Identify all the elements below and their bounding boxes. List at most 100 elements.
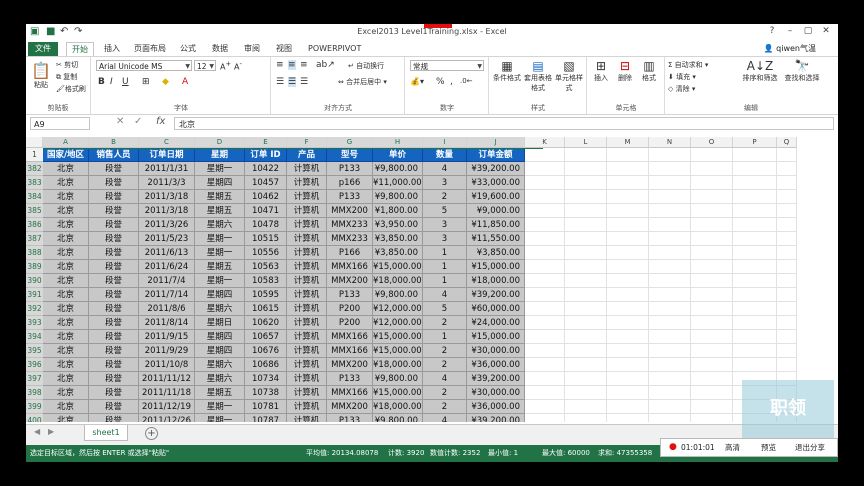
- empty-cell[interactable]: [565, 372, 607, 386]
- table-cell[interactable]: 北京: [43, 218, 89, 232]
- table-cell[interactable]: 10563: [245, 260, 287, 274]
- row-header[interactable]: 398: [26, 386, 43, 400]
- table-cell[interactable]: 10676: [245, 344, 287, 358]
- empty-cell[interactable]: [777, 148, 797, 162]
- empty-cell[interactable]: [525, 246, 565, 260]
- table-cell[interactable]: 段誉: [89, 372, 139, 386]
- table-cell[interactable]: 北京: [43, 330, 89, 344]
- shrink-font-button[interactable]: A-: [234, 60, 242, 72]
- row-header[interactable]: 389: [26, 260, 43, 274]
- italic-button[interactable]: I: [110, 77, 113, 87]
- empty-cell[interactable]: [649, 414, 691, 422]
- empty-cell[interactable]: [607, 246, 649, 260]
- table-cell[interactable]: 计算机: [287, 288, 327, 302]
- table-cell[interactable]: 10515: [245, 232, 287, 246]
- empty-cell[interactable]: [525, 218, 565, 232]
- empty-cell[interactable]: [649, 162, 691, 176]
- empty-cell[interactable]: [733, 358, 777, 372]
- empty-cell[interactable]: [525, 344, 565, 358]
- table-cell[interactable]: 2011/3/26: [139, 218, 195, 232]
- table-cell[interactable]: 4: [423, 162, 467, 176]
- border-icon[interactable]: ⊞: [142, 77, 150, 87]
- sheet-tab-sheet1[interactable]: sheet1: [84, 425, 128, 441]
- empty-cell[interactable]: [565, 330, 607, 344]
- table-cell[interactable]: ¥36,000.00: [467, 358, 525, 372]
- table-cell[interactable]: 星期六: [195, 218, 245, 232]
- table-cell[interactable]: 星期一: [195, 162, 245, 176]
- empty-cell[interactable]: [607, 386, 649, 400]
- tab-page-layout[interactable]: 页面布局: [134, 42, 166, 56]
- column-header-K[interactable]: K: [525, 137, 565, 148]
- table-cell[interactable]: 北京: [43, 400, 89, 414]
- column-header-F[interactable]: F: [287, 137, 327, 148]
- empty-cell[interactable]: [565, 400, 607, 414]
- empty-cell[interactable]: [607, 162, 649, 176]
- empty-cell[interactable]: [733, 148, 777, 162]
- header-cell[interactable]: 销售人员: [89, 148, 139, 162]
- empty-cell[interactable]: [691, 414, 733, 422]
- table-cell[interactable]: 北京: [43, 414, 89, 422]
- table-cell[interactable]: 2011/1/31: [139, 162, 195, 176]
- empty-cell[interactable]: [733, 260, 777, 274]
- empty-cell[interactable]: [607, 344, 649, 358]
- table-cell[interactable]: 星期六: [195, 358, 245, 372]
- table-cell[interactable]: 星期五: [195, 190, 245, 204]
- empty-cell[interactable]: [565, 246, 607, 260]
- empty-cell[interactable]: [691, 204, 733, 218]
- table-cell[interactable]: 星期一: [195, 400, 245, 414]
- empty-cell[interactable]: [649, 330, 691, 344]
- table-cell[interactable]: 10583: [245, 274, 287, 288]
- table-cell[interactable]: ¥12,000.00: [373, 302, 423, 316]
- exit-share-button[interactable]: 退出分享: [795, 439, 825, 456]
- table-cell[interactable]: 10422: [245, 162, 287, 176]
- align-center-icon[interactable]: ☰: [288, 77, 297, 87]
- table-cell[interactable]: 段誉: [89, 330, 139, 344]
- table-cell[interactable]: ¥9,800.00: [373, 190, 423, 204]
- table-cell[interactable]: ¥3,850.00: [467, 246, 525, 260]
- table-cell[interactable]: 计算机: [287, 190, 327, 204]
- table-cell[interactable]: 段誉: [89, 232, 139, 246]
- table-cell[interactable]: ¥1,800.00: [373, 204, 423, 218]
- table-cell[interactable]: ¥3,850.00: [373, 246, 423, 260]
- empty-cell[interactable]: [565, 204, 607, 218]
- empty-cell[interactable]: [525, 414, 565, 422]
- table-cell[interactable]: 2011/7/4: [139, 274, 195, 288]
- table-cell[interactable]: ¥30,000.00: [467, 344, 525, 358]
- table-cell[interactable]: ¥9,000.00: [467, 204, 525, 218]
- row-header[interactable]: 383: [26, 176, 43, 190]
- empty-cell[interactable]: [649, 316, 691, 330]
- cut-button[interactable]: ✂ 剪切: [56, 60, 78, 70]
- column-header-M[interactable]: M: [607, 137, 649, 148]
- table-cell[interactable]: ¥18,000.00: [467, 274, 525, 288]
- empty-cell[interactable]: [565, 232, 607, 246]
- empty-cell[interactable]: [691, 176, 733, 190]
- table-cell[interactable]: 星期五: [195, 260, 245, 274]
- empty-cell[interactable]: [525, 358, 565, 372]
- table-cell[interactable]: 星期五: [195, 386, 245, 400]
- table-cell[interactable]: 2011/8/6: [139, 302, 195, 316]
- underline-button[interactable]: U: [122, 77, 129, 87]
- header-cell[interactable]: 单价: [373, 148, 423, 162]
- table-cell[interactable]: 4: [423, 372, 467, 386]
- tab-review[interactable]: 审阅: [244, 42, 260, 56]
- empty-cell[interactable]: [565, 148, 607, 162]
- table-cell[interactable]: 10738: [245, 386, 287, 400]
- empty-cell[interactable]: [691, 274, 733, 288]
- table-cell[interactable]: ¥15,000.00: [373, 330, 423, 344]
- table-cell[interactable]: 10556: [245, 246, 287, 260]
- table-cell[interactable]: 段誉: [89, 260, 139, 274]
- table-cell[interactable]: 段誉: [89, 162, 139, 176]
- empty-cell[interactable]: [525, 232, 565, 246]
- empty-cell[interactable]: [525, 190, 565, 204]
- table-cell[interactable]: 北京: [43, 302, 89, 316]
- table-cell[interactable]: 星期六: [195, 372, 245, 386]
- empty-cell[interactable]: [565, 316, 607, 330]
- empty-cell[interactable]: [777, 218, 797, 232]
- table-cell[interactable]: ¥3,850.00: [373, 232, 423, 246]
- empty-cell[interactable]: [649, 358, 691, 372]
- table-cell[interactable]: 10478: [245, 218, 287, 232]
- table-cell[interactable]: 2011/11/12: [139, 372, 195, 386]
- table-cell[interactable]: 10657: [245, 330, 287, 344]
- conditional-format-button[interactable]: ▦ 条件格式: [492, 59, 522, 83]
- font-size-select[interactable]: 12 ▼: [194, 60, 216, 71]
